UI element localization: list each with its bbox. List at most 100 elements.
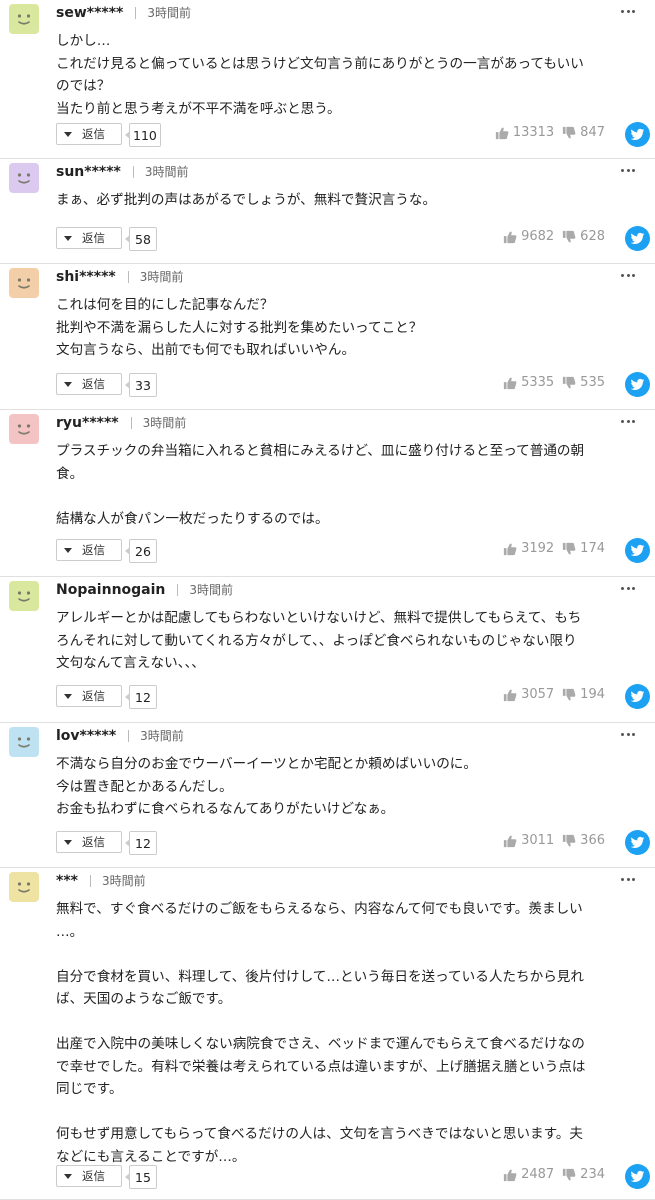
comment-text-line: 何もせず用意してもらって食べるだけの人は、文句を言うべきではないと思います。夫	[56, 1126, 584, 1142]
reply-label: 返信	[82, 543, 105, 557]
dislike-button[interactable]: 366	[562, 833, 605, 848]
comment-item: lov***** 3時間前 不満なら自分のお金でウーバーイーツとか宅配とか頼めばいい…	[0, 723, 655, 868]
more-options-icon[interactable]	[621, 878, 635, 882]
thumbs-up-icon	[503, 688, 521, 702]
dislike-button[interactable]: 847	[562, 125, 605, 140]
dislike-button[interactable]: 174	[562, 541, 605, 556]
more-options-icon[interactable]	[621, 10, 635, 14]
twitter-share-icon[interactable]	[625, 372, 650, 397]
reply-count[interactable]: 58	[125, 227, 157, 251]
timestamp: 3時間前	[189, 583, 234, 597]
twitter-share-icon[interactable]	[625, 226, 650, 251]
comment-actions: 返信 12 3057 194	[56, 684, 655, 711]
reply-count[interactable]: 12	[125, 685, 157, 709]
chevron-down-icon	[64, 235, 72, 241]
comment-text-line: これだけ見ると偏っているとは思うけど文句言う前にありがとうの一言があってもいい	[56, 55, 584, 72]
thumbs-down-icon	[562, 230, 580, 244]
username[interactable]: ***	[56, 873, 78, 889]
twitter-share-icon[interactable]	[625, 122, 650, 147]
username[interactable]: Nopainnogain	[56, 582, 165, 598]
divider	[128, 730, 130, 742]
more-options-icon[interactable]	[621, 420, 635, 424]
avatar[interactable]	[9, 414, 39, 444]
comment-item: ryu***** 3時間前プラスチックの弁当箱に入れると貧相にみえるけど、皿に盛り…	[0, 410, 655, 577]
thumbs-down-icon	[562, 542, 580, 556]
comment-text-line: のでは？	[56, 78, 111, 94]
comment-body: アレルギーとかは配慮してもらわないといけないけど、無料で提供してもらえて、もちろ…	[56, 607, 641, 675]
like-button[interactable]: 3057	[503, 687, 554, 702]
vote-group: 3192 174	[503, 541, 605, 556]
comment-item: Nopainnogain 3時間前アレルギーとかは配慮してもらわないといけないけど…	[0, 577, 655, 723]
avatar[interactable]	[9, 581, 39, 611]
avatar[interactable]	[9, 163, 39, 193]
comment-body: 不満なら自分のお金でウーバーイーツとか宅配とか頼めばいいのに。 今は置き配とかある…	[56, 753, 641, 821]
comment-list: sew***** 3時間前 しかし… これだけ見ると偏っているとは思うけど文句言う前に…	[0, 0, 655, 1200]
comment-text-line: 文句なんて言えない、、、	[56, 655, 205, 671]
twitter-share-icon[interactable]	[625, 684, 650, 709]
dislike-button[interactable]: 194	[562, 687, 605, 702]
reply-count[interactable]: 15	[125, 1165, 157, 1189]
comment-item: *** 3時間前 無料で、すぐ食べるだけのご飯をもらえるなら、内容なんて何でも良いで…	[0, 868, 655, 1200]
username[interactable]: sew*****	[56, 5, 123, 21]
comment-header: sun***** 3時間前	[56, 164, 189, 180]
more-options-icon[interactable]	[621, 587, 635, 591]
avatar[interactable]	[9, 4, 39, 34]
reply-label: 返信	[82, 377, 105, 391]
dislike-button[interactable]: 535	[562, 375, 605, 390]
like-button[interactable]: 3192	[503, 541, 554, 556]
username[interactable]: shi*****	[56, 269, 116, 285]
dislike-count: 174	[580, 541, 605, 556]
twitter-share-icon[interactable]	[625, 1164, 650, 1189]
more-options-icon[interactable]	[621, 169, 635, 173]
comment-text-line: プラスチックの弁当箱に入れると貧相にみえるけど、皿に盛り付けると至って普通の朝	[56, 443, 585, 459]
like-button[interactable]: 9682	[503, 229, 554, 244]
like-button[interactable]: 3011	[503, 833, 554, 848]
more-options-icon[interactable]	[621, 733, 635, 737]
vote-group: 9682 628	[503, 229, 605, 244]
like-button[interactable]: 2487	[503, 1167, 554, 1182]
chevron-down-icon	[64, 1173, 72, 1179]
like-count: 3192	[521, 541, 555, 556]
comment-text-line: 結構な人が食パン一枚だったりするのでは。	[56, 510, 329, 527]
username[interactable]: ryu*****	[56, 415, 119, 431]
reply-count[interactable]: 110	[125, 123, 161, 147]
reply-button[interactable]: 返信	[56, 685, 122, 707]
twitter-share-icon[interactable]	[625, 538, 650, 563]
comment-item: sew***** 3時間前 しかし… これだけ見ると偏っているとは思うけど文句言う前に…	[0, 0, 655, 159]
comment-header: *** 3時間前	[56, 873, 146, 889]
username[interactable]: sun*****	[56, 164, 121, 180]
reply-button[interactable]: 返信	[56, 831, 122, 853]
comment-item: shi***** 3時間前 これは何を目的にした記事なんだ？ 批判や不満を漏らした人に…	[0, 264, 655, 410]
dislike-button[interactable]: 628	[562, 229, 605, 244]
divider	[135, 7, 137, 19]
chevron-down-icon	[64, 547, 72, 553]
twitter-share-icon[interactable]	[625, 830, 650, 855]
vote-group: 2487 234	[503, 1167, 605, 1182]
timestamp: 3時間前	[142, 416, 187, 430]
comment-header: shi***** 3時間前	[56, 269, 183, 285]
like-count: 2487	[521, 1167, 555, 1182]
paragraph-break	[56, 943, 641, 966]
comment-text-line: ば、天国のようなご飯です。	[56, 991, 232, 1007]
divider	[127, 271, 129, 283]
avatar[interactable]	[9, 727, 39, 757]
avatar[interactable]	[9, 268, 39, 298]
reply-label: 返信	[82, 231, 105, 245]
reply-button[interactable]: 返信	[56, 227, 122, 249]
reply-button[interactable]: 返信	[56, 123, 122, 145]
reply-button[interactable]: 返信	[56, 539, 122, 561]
comment-text-line: お金も払わずに食べられるなんてありがたいけどなぁ。	[56, 801, 395, 817]
paragraph-break	[56, 485, 641, 508]
reply-count[interactable]: 12	[125, 831, 157, 855]
reply-count[interactable]: 33	[125, 373, 157, 397]
dislike-button[interactable]: 234	[562, 1167, 605, 1182]
like-button[interactable]: 5335	[503, 375, 554, 390]
reply-button[interactable]: 返信	[56, 1165, 122, 1187]
avatar[interactable]	[9, 872, 39, 902]
comment-header: ryu***** 3時間前	[56, 415, 186, 431]
reply-button[interactable]: 返信	[56, 373, 122, 395]
reply-count[interactable]: 26	[125, 539, 157, 563]
username[interactable]: lov*****	[56, 728, 116, 744]
like-button[interactable]: 13313	[495, 125, 554, 140]
more-options-icon[interactable]	[621, 274, 635, 278]
